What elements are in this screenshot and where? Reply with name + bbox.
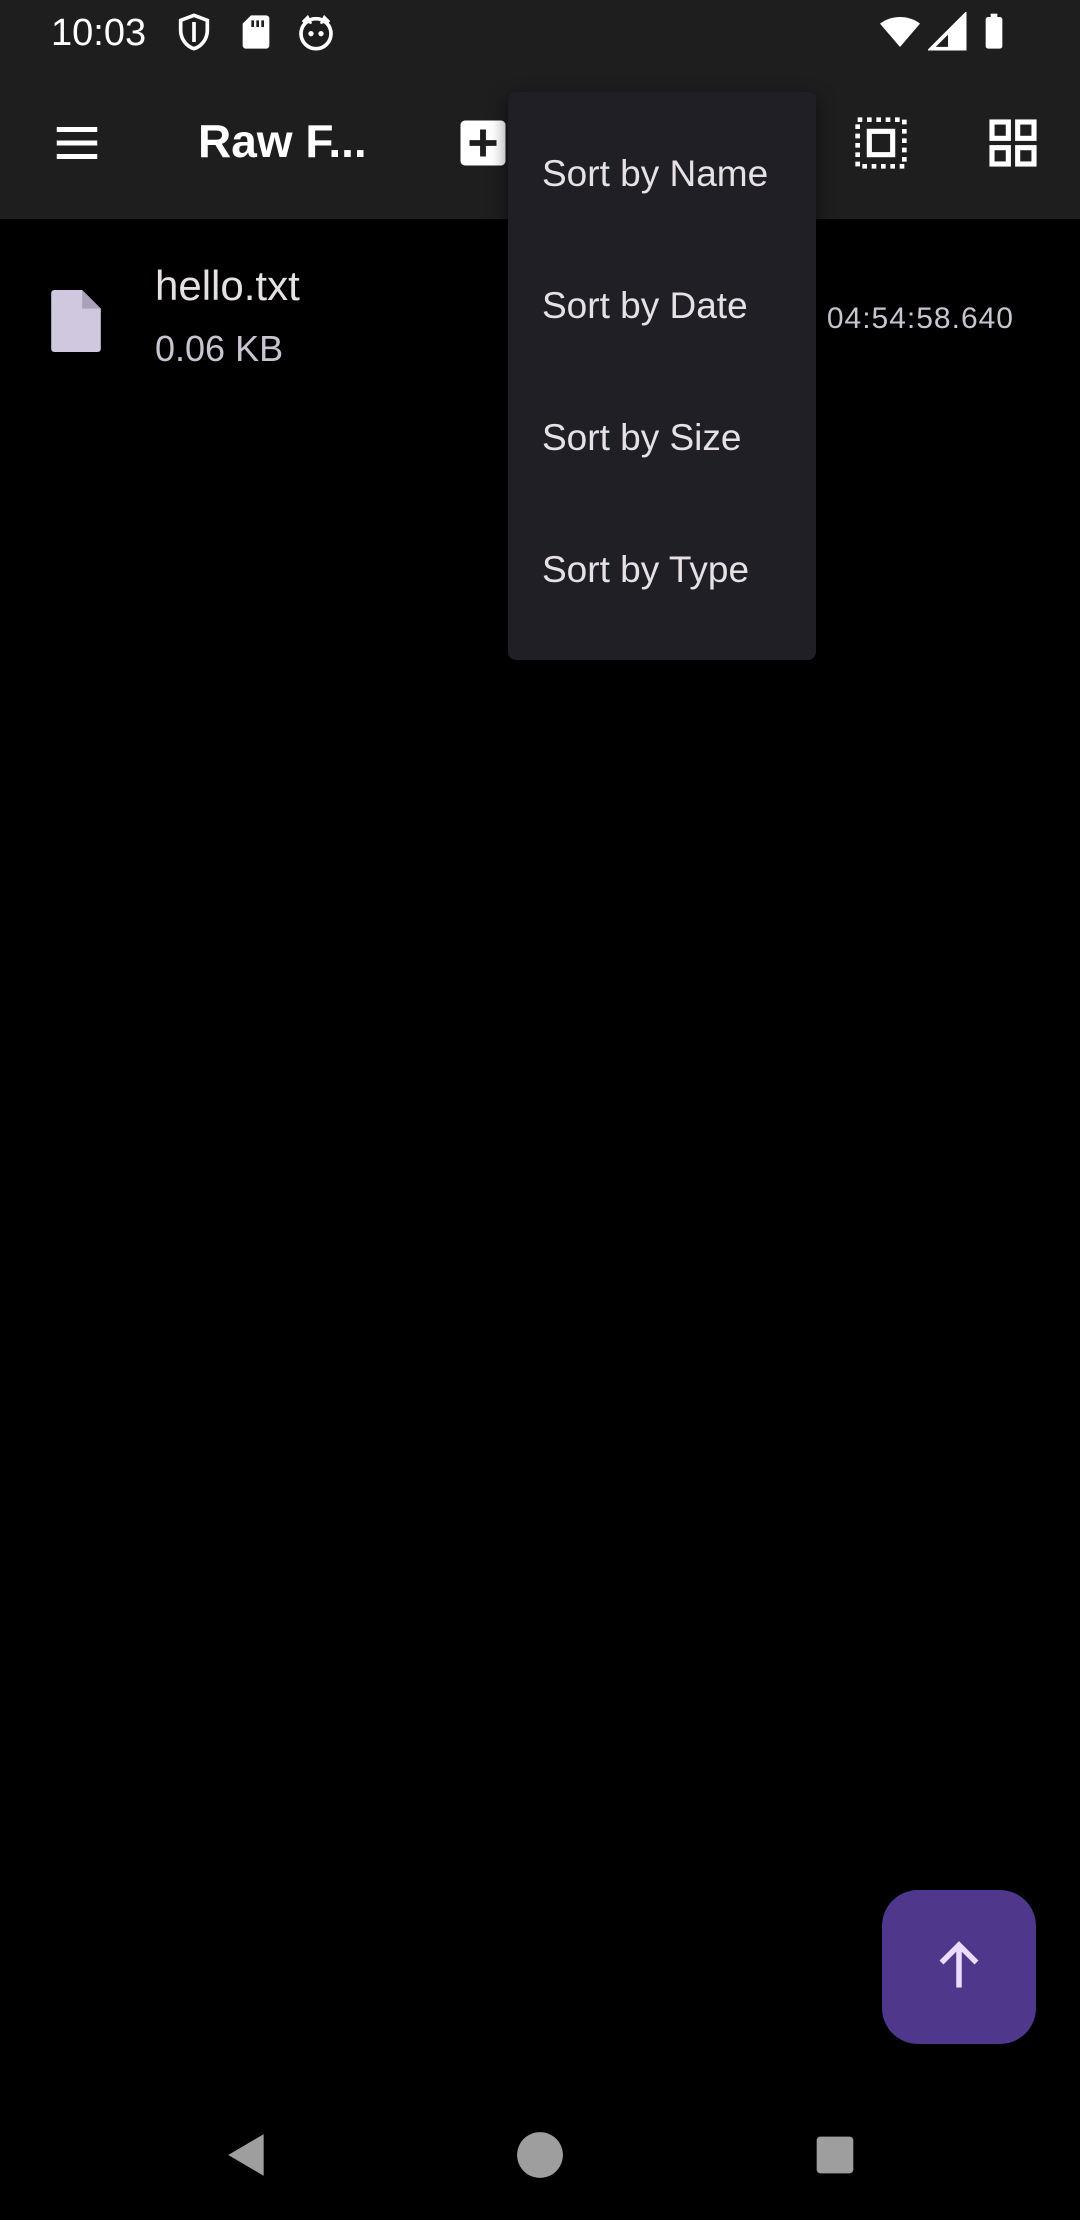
sort-by-type-item[interactable]: Sort by Type [508, 504, 816, 636]
sort-by-date-item[interactable]: Sort by Date [508, 240, 816, 372]
battery-icon [974, 12, 1014, 52]
grid-view-icon[interactable] [968, 98, 1058, 188]
menu-icon[interactable] [32, 98, 122, 188]
select-all-icon[interactable] [836, 98, 926, 188]
sd-card-icon [236, 12, 276, 52]
status-time: 10:03 [51, 12, 147, 54]
sort-by-size-item[interactable]: Sort by Size [508, 372, 816, 504]
file-date: 04:54:58.640 [826, 302, 1014, 335]
nav-bar [0, 2090, 1080, 2220]
status-bar: 10:03 [0, 0, 1080, 66]
cat-face-icon [296, 12, 336, 52]
scroll-up-button[interactable] [882, 1890, 1036, 2044]
file-icon [50, 290, 102, 352]
arrow-up-icon [929, 1935, 989, 2000]
cell-signal-icon [926, 10, 968, 52]
recents-icon[interactable] [790, 2110, 880, 2200]
home-icon[interactable] [495, 2110, 585, 2200]
back-icon[interactable] [202, 2110, 292, 2200]
sort-menu: Sort by Name Sort by Date Sort by Size S… [508, 92, 816, 660]
sort-by-name-item[interactable]: Sort by Name [508, 108, 816, 240]
wifi-icon [880, 12, 920, 52]
file-size: 0.06 KB [155, 328, 284, 369]
page-title: Raw F... [198, 115, 367, 167]
shield-icon [174, 12, 214, 52]
file-name: hello.txt [155, 262, 300, 309]
